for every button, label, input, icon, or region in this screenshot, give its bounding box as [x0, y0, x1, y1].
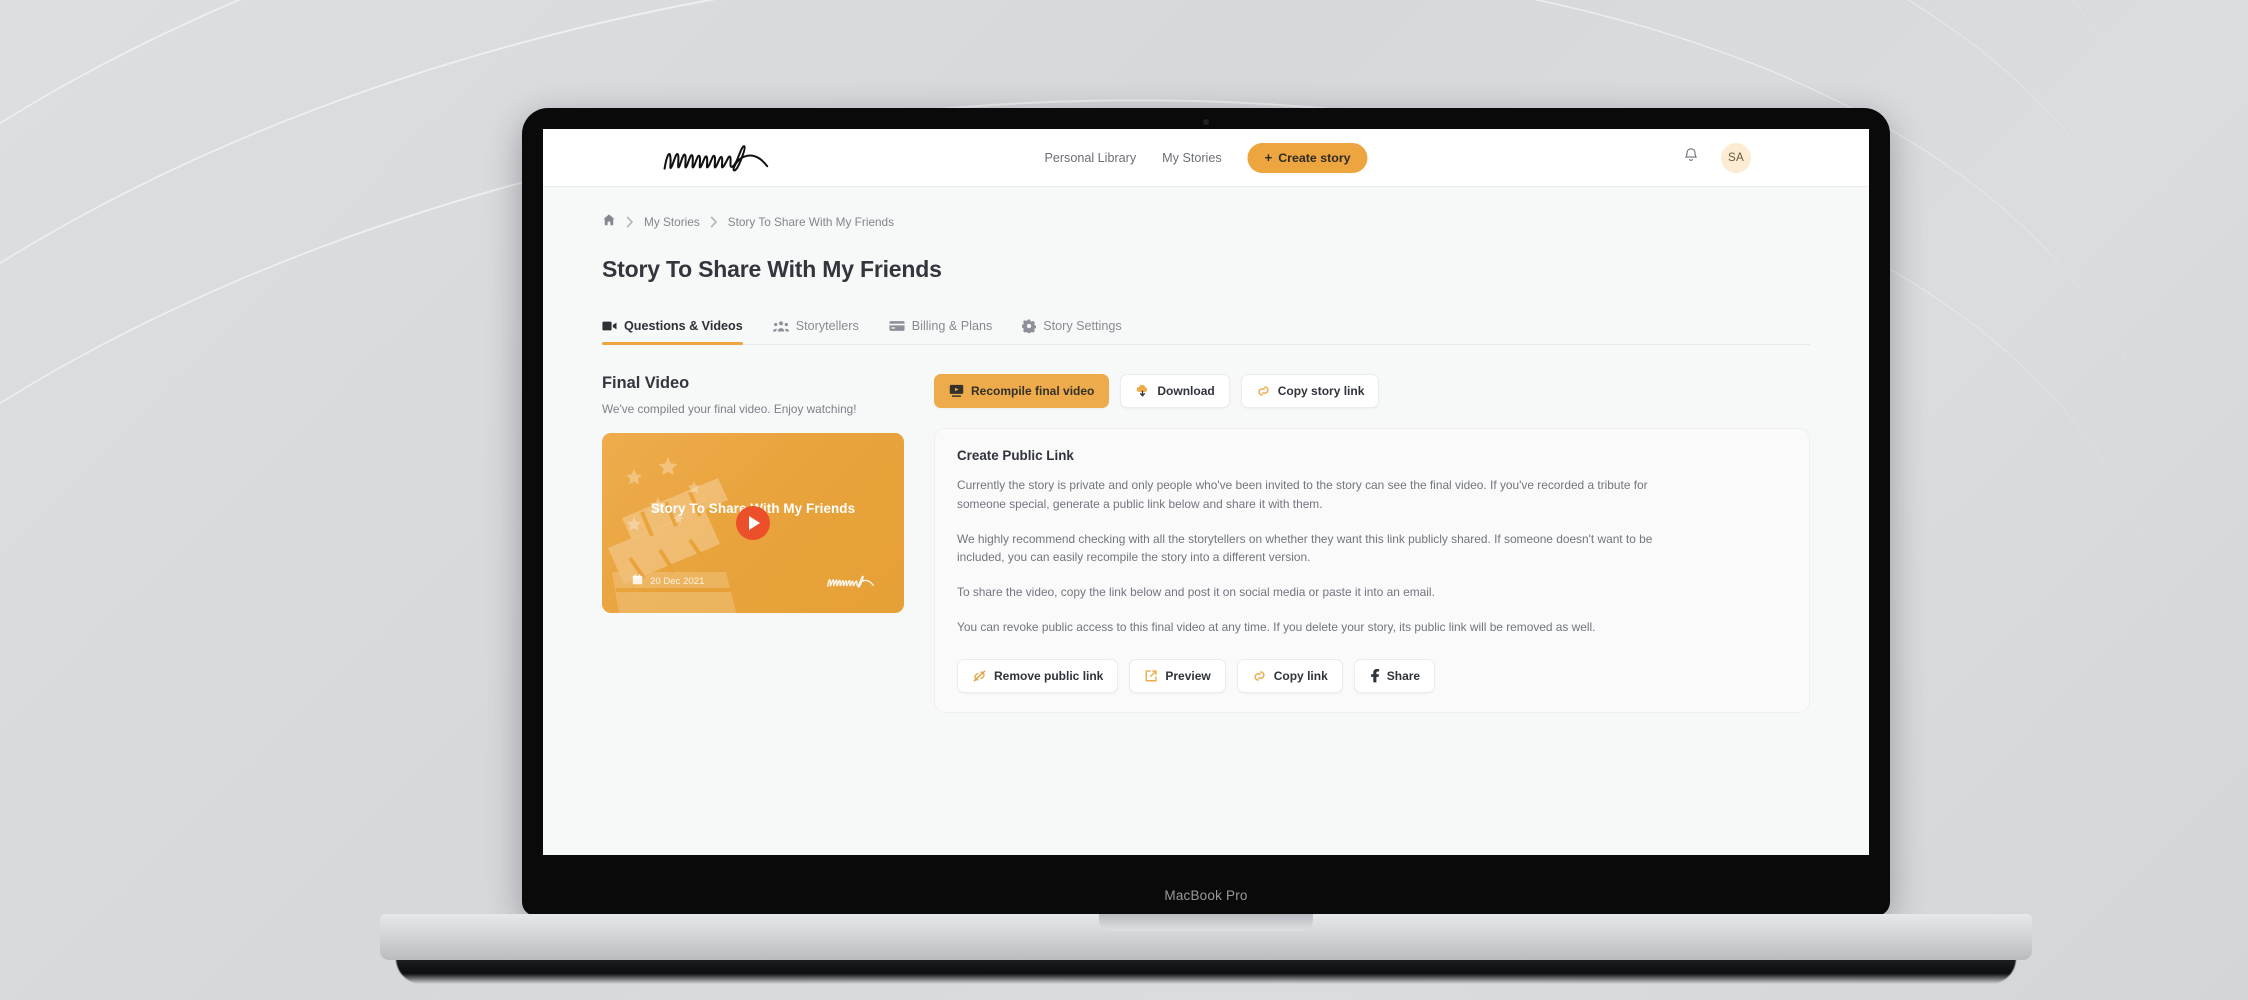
button-label: Recompile final video [971, 384, 1095, 398]
create-story-button[interactable]: + Create story [1247, 142, 1368, 173]
public-link-column: Recompile final video Download Copy stor… [934, 374, 1810, 713]
copy-link-icon [1252, 669, 1267, 683]
final-video-subtitle: We've compiled your final video. Enjoy w… [602, 402, 857, 416]
tab-label: Questions & Videos [624, 319, 743, 333]
breadcrumb-separator-icon [626, 216, 634, 228]
laptop-base-top [380, 914, 2032, 960]
nav-right-group: SA [1683, 142, 1751, 173]
button-label: Copy link [1273, 668, 1328, 683]
webcam-icon [1203, 119, 1209, 125]
recompile-final-video-button[interactable]: Recompile final video [934, 374, 1110, 408]
avatar[interactable]: SA [1721, 142, 1751, 173]
card-paragraph: We highly recommend checking with all th… [957, 531, 1653, 565]
button-label: Remove public link [994, 668, 1104, 683]
sidebar-item-personal-library[interactable]: Personal Library [1044, 151, 1136, 165]
card-paragraph: You can revoke public access to this fin… [957, 619, 1596, 634]
card-paragraph: Currently the story is private and only … [957, 478, 1648, 511]
button-label: Copy story link [1277, 384, 1365, 398]
public-link-action-buttons: Remove public link Preview Copy link Sha… [957, 658, 1787, 693]
video-camera-icon [602, 320, 617, 332]
sidebar-item-my-stories[interactable]: My Stories [1162, 151, 1221, 165]
tab-billing-and-plans[interactable]: Billing & Plans [889, 319, 993, 344]
app-top-navigation: Personal Library My Stories + Create sto… [543, 129, 1869, 187]
avatar-initials: SA [1727, 151, 1745, 164]
final-video-column: Final Video We've compiled your final vi… [602, 374, 904, 713]
copy-link-icon [1256, 384, 1271, 398]
preview-button[interactable]: Preview [1129, 658, 1226, 693]
final-video-thumbnail[interactable]: Story To Share With My Friends 20 Dec 20… [602, 433, 904, 613]
content-container: My Stories Story To Share With My Friend… [602, 213, 1810, 713]
main-columns: Final Video We've compiled your final vi… [602, 374, 1810, 713]
card-paragraph: To share the video, copy the link below … [957, 585, 1435, 600]
breadcrumb: My Stories Story To Share With My Friend… [602, 213, 1810, 231]
breadcrumb-separator-icon [710, 216, 718, 228]
plus-icon: + [1264, 150, 1273, 165]
facebook-icon [1369, 668, 1380, 683]
calendar-icon [632, 574, 643, 588]
bell-icon[interactable] [1683, 147, 1699, 169]
gear-icon [1022, 319, 1037, 333]
recompile-video-icon [949, 384, 964, 398]
credit-card-icon [889, 320, 905, 332]
tab-story-settings[interactable]: Story Settings [1022, 319, 1122, 344]
laptop-mockup: MacBook Pro Personal Library My Stories … [522, 108, 1890, 916]
memwah-logo[interactable] [661, 141, 787, 177]
tab-label: Billing & Plans [911, 319, 993, 333]
breadcrumb-item-my-stories[interactable]: My Stories [644, 215, 700, 229]
breadcrumb-item-current: Story To Share With My Friends [727, 215, 895, 229]
external-link-icon [1144, 669, 1158, 683]
video-date-label: 20 Dec 2021 [650, 575, 705, 587]
tab-label: Story Settings [1043, 319, 1122, 333]
create-story-label: Create story [1278, 150, 1351, 165]
laptop-base-shadow [396, 958, 2016, 984]
browser-viewport: Personal Library My Stories + Create sto… [543, 129, 1869, 855]
device-label: MacBook Pro [1164, 888, 1248, 903]
laptop-base-notch [1099, 914, 1313, 931]
video-date: 20 Dec 2021 [632, 574, 704, 588]
tab-questions-and-videos[interactable]: Questions & Videos [602, 319, 743, 345]
tab-storytellers[interactable]: Storytellers [772, 319, 859, 344]
memwah-watermark-logo [826, 573, 882, 591]
button-label: Preview [1165, 668, 1211, 683]
tab-bar: Questions & Videos Storytellers Billing … [602, 309, 1810, 345]
laptop-base [380, 914, 2032, 988]
button-label: Share [1386, 668, 1421, 683]
page-title: Story To Share With My Friends [602, 256, 942, 282]
download-cloud-icon [1135, 384, 1150, 398]
final-video-heading: Final Video [602, 374, 690, 392]
video-action-buttons: Recompile final video Download Copy stor… [934, 374, 1810, 408]
create-public-link-card: Create Public Link Currently the story i… [934, 428, 1810, 713]
copy-story-link-button[interactable]: Copy story link [1240, 374, 1380, 408]
broken-link-icon [972, 669, 987, 683]
tab-label: Storytellers [795, 319, 859, 333]
desktop-backdrop: MacBook Pro Personal Library My Stories … [0, 0, 2248, 1000]
card-title: Create Public Link [957, 448, 1074, 463]
download-button[interactable]: Download [1120, 374, 1230, 408]
nav-center-group: Personal Library My Stories + Create sto… [1044, 142, 1368, 173]
page-body: My Stories Story To Share With My Friend… [543, 187, 1869, 855]
button-label: Download [1157, 384, 1215, 398]
copy-link-button[interactable]: Copy link [1236, 658, 1343, 693]
people-group-icon [772, 320, 789, 333]
remove-public-link-button[interactable]: Remove public link [957, 658, 1119, 693]
play-icon[interactable] [736, 506, 770, 540]
share-button[interactable]: Share [1353, 658, 1436, 693]
home-icon[interactable] [602, 213, 616, 232]
